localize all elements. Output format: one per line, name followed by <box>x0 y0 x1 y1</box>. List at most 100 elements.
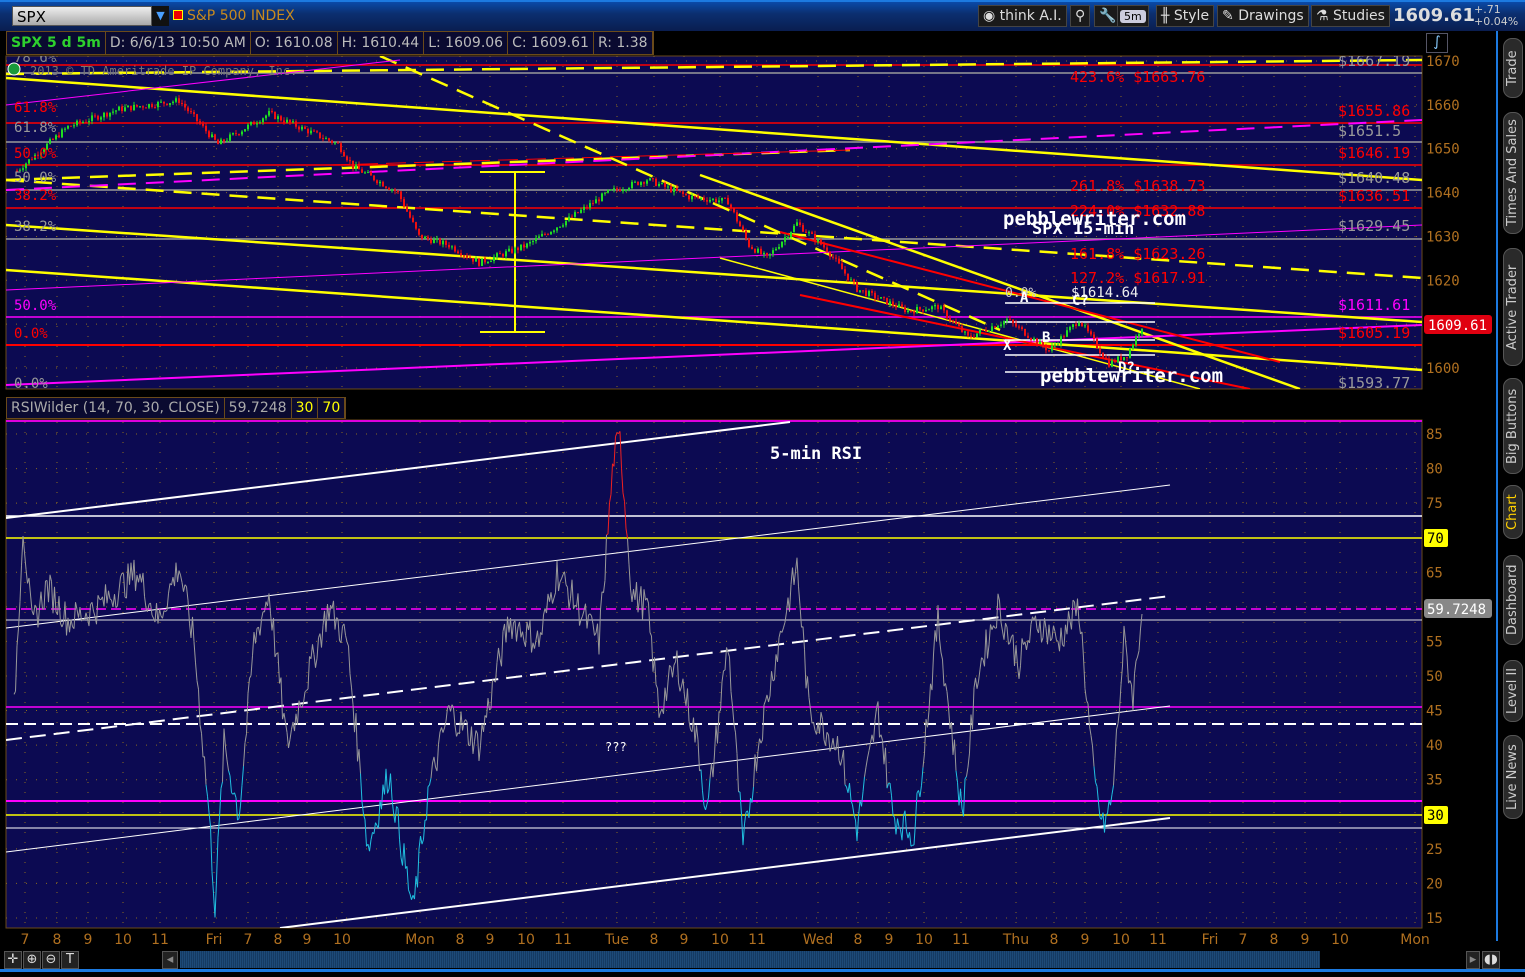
candle <box>82 121 84 123</box>
candle <box>328 138 330 141</box>
rsi-axis[interactable]: 858075706560555045403530252015 <box>1426 427 1443 927</box>
candle <box>589 203 591 208</box>
fib-level-label: 50.0% <box>14 170 57 186</box>
candle <box>664 182 666 187</box>
fib-price-label: $1640.48 <box>1338 169 1410 187</box>
fib-level-label: 50.0% <box>14 298 57 314</box>
candle <box>124 107 126 112</box>
candle <box>1114 360 1116 363</box>
candle <box>283 120 285 123</box>
time-tick: 9 <box>485 932 495 948</box>
candle <box>961 326 963 332</box>
side-tab-trade[interactable]: Trade <box>1503 38 1523 98</box>
crosshair-icon[interactable]: ✛ <box>4 951 22 969</box>
chart-label: SPX 15-min <box>1032 219 1134 239</box>
candle <box>184 103 186 108</box>
info-icon[interactable] <box>7 62 21 76</box>
side-tab-big-buttons[interactable]: Big Buttons <box>1503 378 1523 474</box>
candle <box>241 131 243 135</box>
candle <box>634 181 636 183</box>
candle <box>307 128 309 134</box>
candle <box>781 241 783 247</box>
candle <box>211 134 213 138</box>
candle <box>520 244 522 251</box>
candle <box>454 246 456 252</box>
pattern-point-c: C? <box>1072 293 1089 309</box>
zoom-in-icon[interactable]: ⊕ <box>23 951 41 969</box>
candle <box>892 301 894 306</box>
candle <box>58 135 60 138</box>
side-tab-level-ii[interactable]: Level II <box>1503 660 1523 722</box>
candle <box>751 246 753 250</box>
pattern-point-a: A <box>1020 290 1029 306</box>
side-tab-chart[interactable]: Chart <box>1503 485 1523 539</box>
candle <box>49 139 51 144</box>
candle <box>517 247 519 251</box>
time-scrollbar[interactable] <box>180 951 1320 968</box>
candle <box>352 160 354 169</box>
candle <box>247 124 249 130</box>
fib-level-label: 61.8% <box>14 100 57 116</box>
zoom-out-icon[interactable]: ⊖ <box>42 951 60 969</box>
candle <box>889 301 891 305</box>
candle <box>592 203 594 205</box>
candle <box>1138 334 1140 337</box>
candle <box>802 225 804 232</box>
side-tab-times-and-sales[interactable]: Times And Sales <box>1503 112 1523 234</box>
candle <box>1084 325 1086 327</box>
candle <box>604 192 606 194</box>
rsi-pane <box>5 419 1423 929</box>
candle <box>490 261 492 263</box>
rsi-segment <box>723 669 726 672</box>
side-tab-active-trader[interactable]: Active Trader <box>1503 248 1523 366</box>
candle <box>205 125 207 132</box>
candle <box>259 122 261 124</box>
candle <box>109 112 111 117</box>
candle <box>724 197 726 199</box>
candle <box>418 228 420 235</box>
candle <box>391 189 393 191</box>
scroll-left-icon[interactable]: ◂ <box>162 951 178 969</box>
candle <box>817 239 819 242</box>
price-tick: 1660 <box>1426 98 1460 114</box>
candle <box>1027 335 1029 339</box>
candle <box>505 251 507 257</box>
price-tick: 1670 <box>1426 54 1460 70</box>
rsi-tick: 75 <box>1426 496 1443 512</box>
fib-level-label: 38.2% <box>14 219 57 235</box>
time-tick: 10 <box>1112 932 1130 948</box>
candle <box>457 251 459 254</box>
candle <box>859 290 861 292</box>
candle <box>1036 338 1038 345</box>
candle <box>1141 328 1143 335</box>
candle <box>1009 319 1011 321</box>
candle <box>187 107 189 112</box>
rsi-question-annotation: ??? <box>605 740 627 754</box>
text-tool-icon[interactable]: T <box>61 951 79 969</box>
candle <box>1090 331 1092 335</box>
candle <box>532 241 534 243</box>
candle <box>823 244 825 248</box>
candle <box>319 132 321 139</box>
rsi-annotation: 5-min RSI <box>770 444 862 464</box>
expand-icon[interactable]: ◖◗ <box>1482 951 1500 969</box>
candle <box>904 306 906 313</box>
candle <box>778 246 780 249</box>
candle <box>943 306 945 311</box>
chart-canvas[interactable]: 78.6%61.8%61.8%50.0%50.0%38.2%38.2%50.0%… <box>0 0 1525 977</box>
ext-label-261: 261.8% $1638.73 <box>1070 177 1205 195</box>
side-tab-dashboard[interactable]: Dashboard <box>1503 555 1523 645</box>
candle <box>76 120 78 126</box>
candle <box>193 112 195 115</box>
candle <box>424 236 426 239</box>
candle <box>640 182 642 185</box>
side-tab-live-news[interactable]: Live News <box>1503 735 1523 819</box>
candle <box>643 182 645 184</box>
candle <box>649 178 651 181</box>
candle <box>367 172 369 174</box>
candle <box>862 290 864 292</box>
scroll-right-icon[interactable]: ▸ <box>1466 951 1480 969</box>
candle <box>409 211 411 218</box>
candle <box>310 130 312 134</box>
time-tick: 10 <box>517 932 535 948</box>
